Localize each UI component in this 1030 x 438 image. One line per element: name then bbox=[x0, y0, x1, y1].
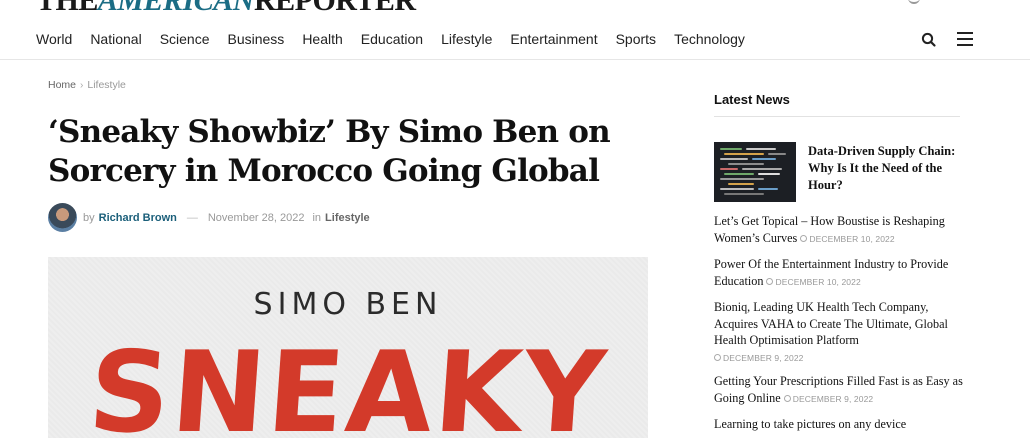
news-item-date: DECEMBER 10, 2022 bbox=[800, 234, 895, 244]
clock-icon bbox=[783, 395, 791, 402]
by-label: by bbox=[83, 211, 95, 224]
sidebar-divider bbox=[714, 116, 960, 117]
news-item-title[interactable]: Bioniq, Leading UK Health Tech Company, … bbox=[714, 300, 948, 347]
nav-item-science[interactable]: Science bbox=[160, 29, 210, 49]
breadcrumb-separator: › bbox=[80, 79, 84, 91]
clock-icon bbox=[800, 235, 808, 242]
featured-image: SIMO BEN SNEAKY bbox=[48, 257, 648, 438]
breadcrumb: Home › Lifestyle bbox=[48, 79, 126, 91]
news-item-date: DECEMBER 9, 2022 bbox=[783, 394, 874, 404]
nav-item-world[interactable]: World bbox=[36, 29, 72, 49]
nav-item-health[interactable]: Health bbox=[302, 29, 342, 49]
logo-part-the: THE bbox=[36, 0, 98, 17]
hamburger-menu-icon[interactable] bbox=[957, 32, 973, 46]
logo-part-reporter: REPORTER bbox=[253, 0, 416, 17]
search-icon[interactable] bbox=[920, 31, 938, 49]
article-title: ‘Sneaky Showbiz’ By Simo Ben on Sorcery … bbox=[48, 114, 611, 189]
meta-dash: — bbox=[186, 211, 198, 224]
news-item[interactable]: Let’s Get Topical – How Boustise is Resh… bbox=[714, 213, 964, 247]
featured-news-thumbnail[interactable] bbox=[714, 142, 796, 202]
clock-icon bbox=[714, 354, 721, 361]
nav-item-entertainment[interactable]: Entertainment bbox=[510, 29, 597, 49]
nav-links: World National Science Business Health E… bbox=[36, 29, 763, 49]
article-meta: by Richard Brown — November 28, 2022 in … bbox=[48, 203, 370, 232]
author-link[interactable]: Richard Brown bbox=[99, 212, 177, 224]
image-title-text: SNEAKY bbox=[84, 328, 612, 438]
breadcrumb-home[interactable]: Home bbox=[48, 79, 76, 91]
category-link[interactable]: Lifestyle bbox=[325, 212, 370, 224]
header-utility-icon[interactable] bbox=[908, 0, 920, 4]
featured-news-title[interactable]: Data-Driven Supply Chain: Why Is It the … bbox=[808, 143, 968, 194]
sidebar-heading: Latest News bbox=[714, 92, 790, 107]
in-label: in bbox=[312, 211, 322, 224]
logo-part-american: AMERICAN bbox=[97, 0, 255, 17]
news-item[interactable]: Bioniq, Leading UK Health Tech Company, … bbox=[714, 299, 964, 366]
news-item[interactable]: Getting Your Prescriptions Filled Fast i… bbox=[714, 373, 964, 407]
nav-item-business[interactable]: Business bbox=[228, 29, 285, 49]
clock-icon bbox=[766, 278, 774, 285]
site-logo[interactable]: THEAMERICANREPORTER bbox=[36, 0, 416, 17]
nav-item-sports[interactable]: Sports bbox=[616, 29, 656, 49]
news-item[interactable]: Learning to take pictures on any device bbox=[714, 416, 964, 433]
nav-item-technology[interactable]: Technology bbox=[674, 29, 745, 49]
publish-date[interactable]: November 28, 2022 bbox=[208, 212, 305, 224]
main-nav: World National Science Business Health E… bbox=[0, 20, 1030, 60]
nav-item-national[interactable]: National bbox=[90, 29, 141, 49]
nav-item-education[interactable]: Education bbox=[361, 29, 423, 49]
news-item-date: DECEMBER 10, 2022 bbox=[766, 277, 861, 287]
nav-item-lifestyle[interactable]: Lifestyle bbox=[441, 29, 492, 49]
image-artist-text: SIMO BEN bbox=[253, 287, 443, 322]
breadcrumb-lifestyle[interactable]: Lifestyle bbox=[87, 79, 126, 91]
author-avatar[interactable] bbox=[48, 203, 77, 232]
news-item[interactable]: Power Of the Entertainment Industry to P… bbox=[714, 256, 964, 290]
news-item-title[interactable]: Learning to take pictures on any device bbox=[714, 417, 906, 431]
news-item-date: DECEMBER 9, 2022 bbox=[714, 353, 804, 363]
